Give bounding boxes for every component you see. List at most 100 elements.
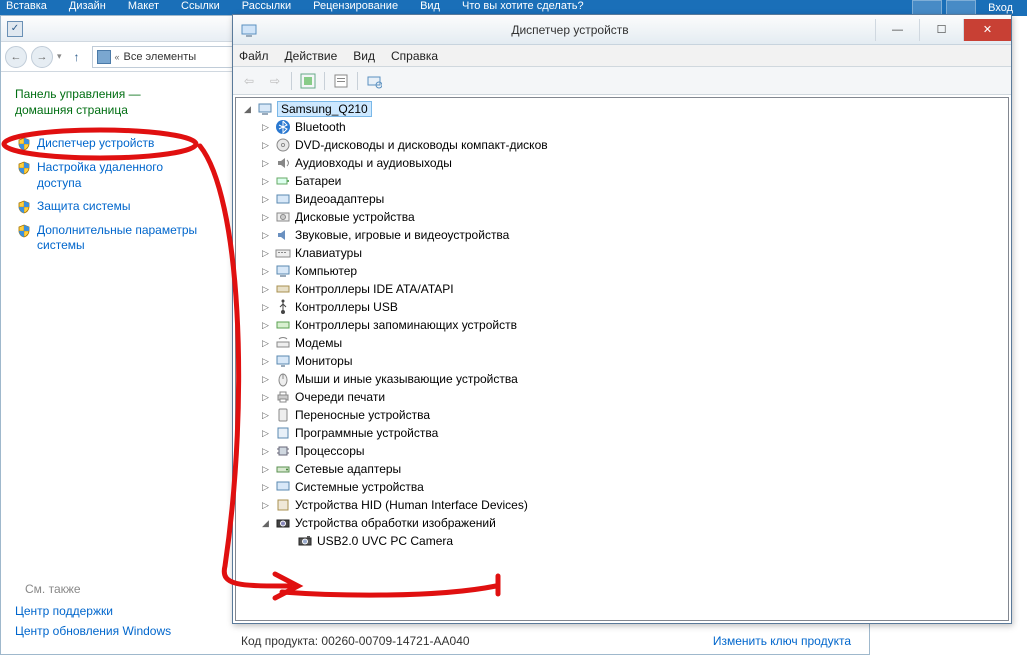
tree-node[interactable]: ▷Системные устройства bbox=[238, 478, 1006, 496]
expand-toggle[interactable]: ▷ bbox=[260, 374, 271, 385]
tree-node[interactable]: ▷Программные устройства bbox=[238, 424, 1006, 442]
dm-toolbar: ⇦ ⇨ bbox=[233, 67, 1011, 95]
nav-forward-button[interactable]: → bbox=[31, 46, 53, 68]
expand-toggle[interactable]: ◢ bbox=[242, 104, 253, 115]
ribbon-tab[interactable]: Макет bbox=[128, 0, 159, 12]
tree-node[interactable]: ▷Переносные устройства bbox=[238, 406, 1006, 424]
expand-toggle[interactable]: ▷ bbox=[260, 464, 271, 475]
tb-scan-button[interactable] bbox=[362, 70, 386, 92]
tree-node[interactable]: ▷Устройства HID (Human Interface Devices… bbox=[238, 496, 1006, 514]
ribbon-unknown-button[interactable] bbox=[946, 0, 976, 15]
nav-up-button[interactable]: ↑ bbox=[66, 46, 88, 68]
tree-node[interactable]: ◢Samsung_Q210 bbox=[238, 100, 1006, 118]
see-also-link[interactable]: Центр обновления Windows bbox=[15, 624, 171, 638]
device-icon bbox=[275, 461, 291, 477]
tree-node[interactable]: ▷Контроллеры USB bbox=[238, 298, 1006, 316]
cp-sidebar-link[interactable]: Диспетчер устройств bbox=[15, 132, 211, 156]
product-key-label: Код продукта: 00260-00709-14721-AA040 bbox=[241, 634, 470, 648]
tree-node[interactable]: ▷Bluetooth bbox=[238, 118, 1006, 136]
expand-toggle[interactable]: ▷ bbox=[260, 140, 271, 151]
tree-node[interactable]: ▷Компьютер bbox=[238, 262, 1006, 280]
see-also-link[interactable]: Центр поддержки bbox=[15, 604, 171, 618]
tree-node[interactable]: ▷Мыши и иные указывающие устройства bbox=[238, 370, 1006, 388]
expand-toggle[interactable]: ▷ bbox=[260, 446, 271, 457]
tree-node[interactable]: ▷Дисковые устройства bbox=[238, 208, 1006, 226]
expand-toggle[interactable]: ▷ bbox=[260, 428, 271, 439]
tree-node[interactable]: ▷Звуковые, игровые и видеоустройства bbox=[238, 226, 1006, 244]
tree-node[interactable]: ▷ Модемы bbox=[238, 334, 1006, 352]
device-icon bbox=[297, 533, 313, 549]
menu-view[interactable]: Вид bbox=[353, 49, 375, 63]
expand-toggle[interactable]: ▷ bbox=[260, 194, 271, 205]
ribbon-tab[interactable]: Рассылки bbox=[242, 0, 291, 12]
tree-node[interactable]: ▷ Процессоры bbox=[238, 442, 1006, 460]
ribbon-tab[interactable]: Вид bbox=[420, 0, 440, 12]
ribbon-login[interactable]: Вход bbox=[980, 2, 1021, 14]
maximize-button[interactable]: ☐ bbox=[919, 19, 963, 41]
expand-toggle[interactable]: ▷ bbox=[260, 338, 271, 349]
expand-toggle[interactable]: ▷ bbox=[260, 356, 271, 367]
shield-icon bbox=[17, 200, 31, 214]
dm-titlebar[interactable]: Диспетчер устройств — ☐ ✕ bbox=[233, 15, 1011, 45]
change-product-key-link[interactable]: Изменить ключ продукта bbox=[713, 634, 851, 648]
ribbon-unknown-button[interactable] bbox=[912, 0, 942, 15]
device-icon bbox=[275, 281, 291, 297]
expand-toggle[interactable]: ▷ bbox=[260, 212, 271, 223]
expand-toggle[interactable]: ▷ bbox=[260, 248, 271, 259]
close-button[interactable]: ✕ bbox=[963, 19, 1011, 41]
cp-sidebar-link[interactable]: Настройка удаленного доступа bbox=[15, 156, 211, 195]
tb-show-hidden-button[interactable] bbox=[296, 70, 320, 92]
device-icon bbox=[275, 407, 291, 423]
ribbon-tab[interactable]: Что вы хотите сделать? bbox=[462, 0, 584, 12]
device-icon bbox=[275, 515, 291, 531]
device-icon bbox=[275, 335, 291, 351]
expand-toggle[interactable]: ▷ bbox=[260, 122, 271, 133]
tree-node-label: DVD-дисководы и дисководы компакт-дисков bbox=[295, 138, 548, 152]
tree-node[interactable]: ▷Контроллеры запоминающих устройств bbox=[238, 316, 1006, 334]
expand-toggle[interactable]: ▷ bbox=[260, 176, 271, 187]
expand-toggle[interactable]: ▷ bbox=[260, 320, 271, 331]
menu-action[interactable]: Действие bbox=[285, 49, 338, 63]
expand-toggle[interactable]: ▷ bbox=[260, 392, 271, 403]
tree-node[interactable]: ◢Устройства обработки изображений bbox=[238, 514, 1006, 532]
expand-toggle[interactable]: ▷ bbox=[260, 410, 271, 421]
cp-home-link[interactable]: Панель управления — домашняя страница bbox=[15, 86, 211, 118]
see-also-header: См. также bbox=[15, 582, 171, 596]
tree-node[interactable]: ▷Сетевые адаптеры bbox=[238, 460, 1006, 478]
expand-toggle[interactable]: ▷ bbox=[260, 500, 271, 511]
tree-node[interactable]: ▷Видеоадаптеры bbox=[238, 190, 1006, 208]
tree-node-label: Очереди печати bbox=[295, 390, 385, 404]
tree-node-label: Процессоры bbox=[295, 444, 365, 458]
expand-toggle[interactable]: ▷ bbox=[260, 284, 271, 295]
expand-toggle[interactable] bbox=[282, 536, 293, 547]
menu-help[interactable]: Справка bbox=[391, 49, 438, 63]
dm-tree[interactable]: ◢Samsung_Q210▷Bluetooth▷DVD-дисководы и … bbox=[235, 97, 1009, 621]
tree-node[interactable]: ▷Контроллеры IDE ATA/ATAPI bbox=[238, 280, 1006, 298]
tb-properties-button[interactable] bbox=[329, 70, 353, 92]
tree-node[interactable]: ▷Аудиовходы и аудиовыходы bbox=[238, 154, 1006, 172]
ribbon-tab[interactable]: Вставка bbox=[6, 0, 47, 12]
tree-node[interactable]: ▷Батареи bbox=[238, 172, 1006, 190]
ribbon-tab[interactable]: Дизайн bbox=[69, 0, 106, 12]
cp-sidebar-link[interactable]: Дополнительные параметры системы bbox=[15, 219, 211, 258]
ribbon-tab[interactable]: Ссылки bbox=[181, 0, 220, 12]
device-icon bbox=[275, 479, 291, 495]
nav-back-button[interactable]: ← bbox=[5, 46, 27, 68]
tree-node[interactable]: USB2.0 UVC PC Camera bbox=[238, 532, 1006, 550]
ribbon-tab[interactable]: Рецензирование bbox=[313, 0, 398, 12]
cp-system-icon: ✓ bbox=[7, 21, 23, 37]
expand-toggle[interactable]: ▷ bbox=[260, 482, 271, 493]
minimize-button[interactable]: — bbox=[875, 19, 919, 41]
expand-toggle[interactable]: ▷ bbox=[260, 302, 271, 313]
expand-toggle[interactable]: ▷ bbox=[260, 158, 271, 169]
menu-file[interactable]: Файл bbox=[239, 49, 269, 63]
expand-toggle[interactable]: ▷ bbox=[260, 266, 271, 277]
tree-node[interactable]: ▷Клавиатуры bbox=[238, 244, 1006, 262]
tree-node[interactable]: ▷ DVD-дисководы и дисководы компакт-диско… bbox=[238, 136, 1006, 154]
cp-sidebar-link[interactable]: Защита системы bbox=[15, 195, 211, 219]
tree-node[interactable]: ▷Мониторы bbox=[238, 352, 1006, 370]
expand-toggle[interactable]: ◢ bbox=[260, 518, 271, 529]
tree-node[interactable]: ▷ Очереди печати bbox=[238, 388, 1006, 406]
tree-node-label: Модемы bbox=[295, 336, 342, 350]
expand-toggle[interactable]: ▷ bbox=[260, 230, 271, 241]
